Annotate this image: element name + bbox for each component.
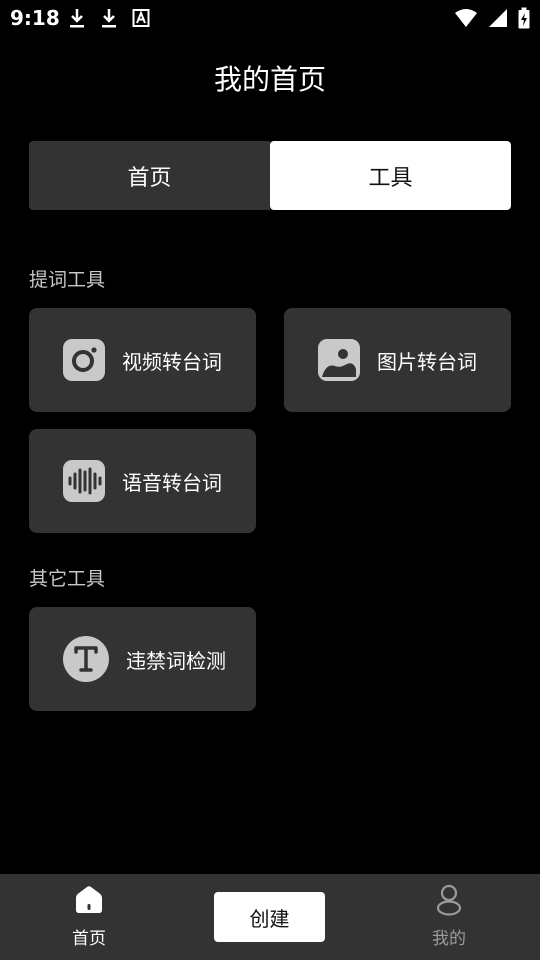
battery-charging-icon — [518, 7, 530, 29]
section-label-other-tools: 其它工具 — [29, 568, 106, 590]
tool-label: 图片转台词 — [377, 349, 477, 374]
tool-label: 违禁词检测 — [126, 648, 226, 673]
status-time: 9:18 — [10, 6, 60, 30]
camera-icon — [63, 339, 105, 381]
signal-icon — [489, 9, 507, 27]
tool-label: 视频转台词 — [122, 349, 222, 374]
a-box-icon — [132, 9, 150, 27]
tab-home[interactable]: 首页 — [29, 141, 270, 210]
home-icon — [74, 884, 104, 916]
audio-to-script-button[interactable]: 语音转台词 — [29, 429, 256, 533]
nav-mine-label: 我的 — [432, 929, 466, 949]
notification-icons — [68, 7, 150, 29]
nav-home[interactable]: 首页 — [29, 874, 149, 960]
tool-label: 语音转台词 — [122, 470, 222, 495]
download-icon — [102, 9, 116, 28]
user-icon — [435, 884, 463, 916]
bottom-nav: 首页 创建 我的 — [0, 874, 540, 960]
image-to-script-button[interactable]: 图片转台词 — [284, 308, 511, 412]
create-button[interactable]: 创建 — [214, 892, 325, 942]
image-icon — [318, 339, 360, 381]
download-icon — [70, 9, 84, 28]
text-t-icon — [63, 636, 109, 682]
tab-bar: 首页 工具 — [29, 141, 511, 210]
nav-mine[interactable]: 我的 — [389, 874, 509, 960]
video-to-script-button[interactable]: 视频转台词 — [29, 308, 256, 412]
system-icons — [454, 7, 530, 29]
status-bar: 9:18 — [0, 0, 540, 36]
tab-tools[interactable]: 工具 — [270, 141, 511, 210]
wifi-icon — [455, 9, 477, 27]
audio-wave-icon — [63, 460, 105, 502]
page-title: 我的首页 — [213, 63, 326, 96]
nav-home-label: 首页 — [72, 929, 106, 949]
banned-word-check-button[interactable]: 违禁词检测 — [29, 607, 256, 711]
section-label-teleprompter-tools: 提词工具 — [29, 269, 106, 291]
